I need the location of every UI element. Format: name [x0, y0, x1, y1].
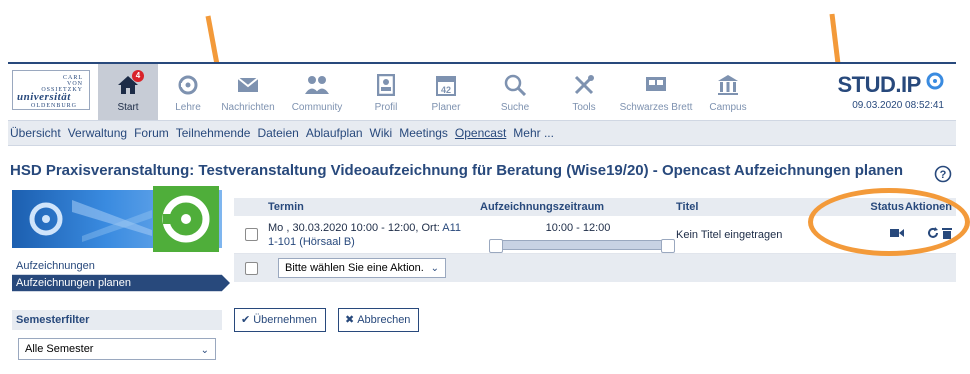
brand-name: STUD.IP [837, 72, 944, 98]
top-bar: CARL VON OSSIETZKY universität OLDENBURG… [8, 62, 956, 122]
close-icon: ✖ [345, 314, 355, 326]
nav-schwarzes-brett[interactable]: Schwarzes Brett [614, 64, 698, 122]
board-icon [643, 72, 669, 98]
nav-label: Profil [374, 102, 398, 113]
subnav-teilnehmende[interactable]: Teilnehmende [176, 126, 251, 140]
action-select-value: Bitte wählen Sie eine Aktion. [285, 262, 424, 274]
row-checkbox-cell [234, 228, 268, 241]
profile-icon [373, 72, 399, 98]
row-checkbox[interactable] [244, 228, 258, 241]
nav-planer[interactable]: 42 Planer [416, 64, 476, 122]
subnav-wiki[interactable]: Wiki [370, 126, 393, 140]
nav-nachrichten[interactable]: Nachrichten [218, 64, 278, 122]
subnav-forum[interactable]: Forum [134, 126, 169, 140]
header-zeitraum: Aufzeichnungszeitraum [480, 201, 605, 213]
subnav-opencast[interactable]: Opencast [455, 126, 506, 140]
nav-profil[interactable]: Profil [356, 64, 416, 122]
page-title: HSD Praxisveranstaltung: Testveranstaltu… [10, 162, 904, 179]
calendar-icon: 42 [433, 72, 459, 98]
subnav-dateien[interactable]: Dateien [257, 126, 298, 140]
semester-filter-header: Semesterfilter [12, 310, 222, 330]
help-icon[interactable]: ? [934, 165, 952, 183]
nav-tools[interactable]: Tools [554, 64, 614, 122]
semester-select-value: Alle Semester [25, 343, 94, 355]
select-all-checkbox[interactable] [244, 261, 258, 275]
slider-handle-end[interactable] [661, 239, 675, 253]
subnav-mehr[interactable]: Mehr ... [513, 126, 554, 140]
nav-lehre[interactable]: Lehre [158, 64, 218, 122]
opencast-logo [153, 186, 219, 252]
bulk-checkbox-cell [234, 261, 268, 275]
bulk-action-row: Bitte wählen Sie eine Aktion. ⌄ [234, 254, 956, 282]
termin-text: Mo , 30.03.2020 10:00 - 12:00, Ort: [268, 221, 443, 234]
time-range-slider[interactable] [489, 239, 675, 253]
chevron-down-icon: ⌄ [200, 345, 209, 356]
nav-label: Nachrichten [221, 102, 275, 113]
calendar-number: 42 [441, 85, 451, 95]
nav-label: Suche [500, 102, 530, 113]
seminar-icon [175, 72, 201, 98]
nav-suche[interactable]: Suche [476, 64, 554, 122]
university-logo[interactable]: CARL VON OSSIETZKY universität OLDENBURG [12, 70, 90, 110]
brand-logo-icon [926, 72, 944, 90]
nav-label: Tools [572, 102, 596, 113]
community-icon [304, 72, 330, 98]
chevron-down-icon: ⌄ [430, 263, 439, 274]
svg-text:?: ? [940, 169, 947, 181]
subnav-ablaufplan[interactable]: Ablaufplan [306, 126, 363, 140]
apply-button-label: Übernehmen [253, 314, 317, 326]
main-nav: 4 Start Lehre Nachrichten Community Prof… [98, 64, 758, 122]
logo-line-2: universität [17, 91, 71, 103]
semester-select[interactable]: Alle Semester ⌄ [18, 338, 216, 360]
nav-community[interactable]: Community [278, 64, 356, 122]
nav-label: Schwarzes Brett [619, 102, 693, 113]
server-time: 09.03.2020 08:52:41 [852, 100, 944, 111]
search-icon [502, 72, 528, 98]
opencast-logo-icon [162, 195, 210, 243]
slider-handle-start[interactable] [489, 239, 503, 253]
action-select[interactable]: Bitte wählen Sie eine Aktion. ⌄ [278, 258, 446, 278]
logo-line-3: OLDENBURG [31, 103, 77, 109]
subnav-meetings[interactable]: Meetings [399, 126, 448, 140]
sidebar-item-aufzeichnungen[interactable]: Aufzeichnungen [12, 258, 222, 275]
apply-button[interactable]: ✔ Übernehmen [234, 308, 326, 332]
nav-label: Campus [709, 102, 747, 113]
nav-campus[interactable]: Campus [698, 64, 758, 122]
cancel-button[interactable]: ✖ Abbrechen [338, 308, 420, 332]
ort-link-room[interactable]: 1-101 (Hörsaal B) [268, 236, 355, 248]
subnav-verwaltung[interactable]: Verwaltung [68, 126, 127, 140]
nav-label: Community [291, 102, 343, 113]
cancel-button-label: Abbrechen [357, 314, 411, 326]
nav-label: Planer [431, 102, 461, 113]
sidebar-item-aufzeichnungen-planen[interactable]: Aufzeichnungen planen [12, 275, 230, 292]
subnav-uebersicht[interactable]: Übersicht [10, 126, 61, 140]
course-subnav: Übersicht Verwaltung Forum Teilnehmende … [8, 120, 956, 146]
ort-link[interactable]: A11 [442, 222, 461, 234]
mail-icon [235, 72, 261, 98]
campus-icon [715, 72, 741, 98]
brand-text: STUD.IP [837, 72, 921, 97]
nav-label: Start [117, 102, 139, 113]
tools-icon [571, 72, 597, 98]
sidebar-nav: Aufzeichnungen Aufzeichnungen planen [12, 258, 230, 292]
header-termin: Termin [268, 201, 304, 213]
nav-start[interactable]: 4 Start [98, 64, 158, 122]
annotation-ellipse [808, 188, 970, 256]
row-termin: Mo , 30.03.2020 10:00 - 12:00, Ort: A11 … [268, 221, 480, 249]
studip-brand[interactable]: STUD.IP 09.03.2020 08:52:41 [837, 72, 944, 111]
check-icon: ✔ [241, 314, 251, 326]
nav-label: Lehre [175, 102, 201, 113]
notification-badge: 4 [132, 70, 144, 82]
